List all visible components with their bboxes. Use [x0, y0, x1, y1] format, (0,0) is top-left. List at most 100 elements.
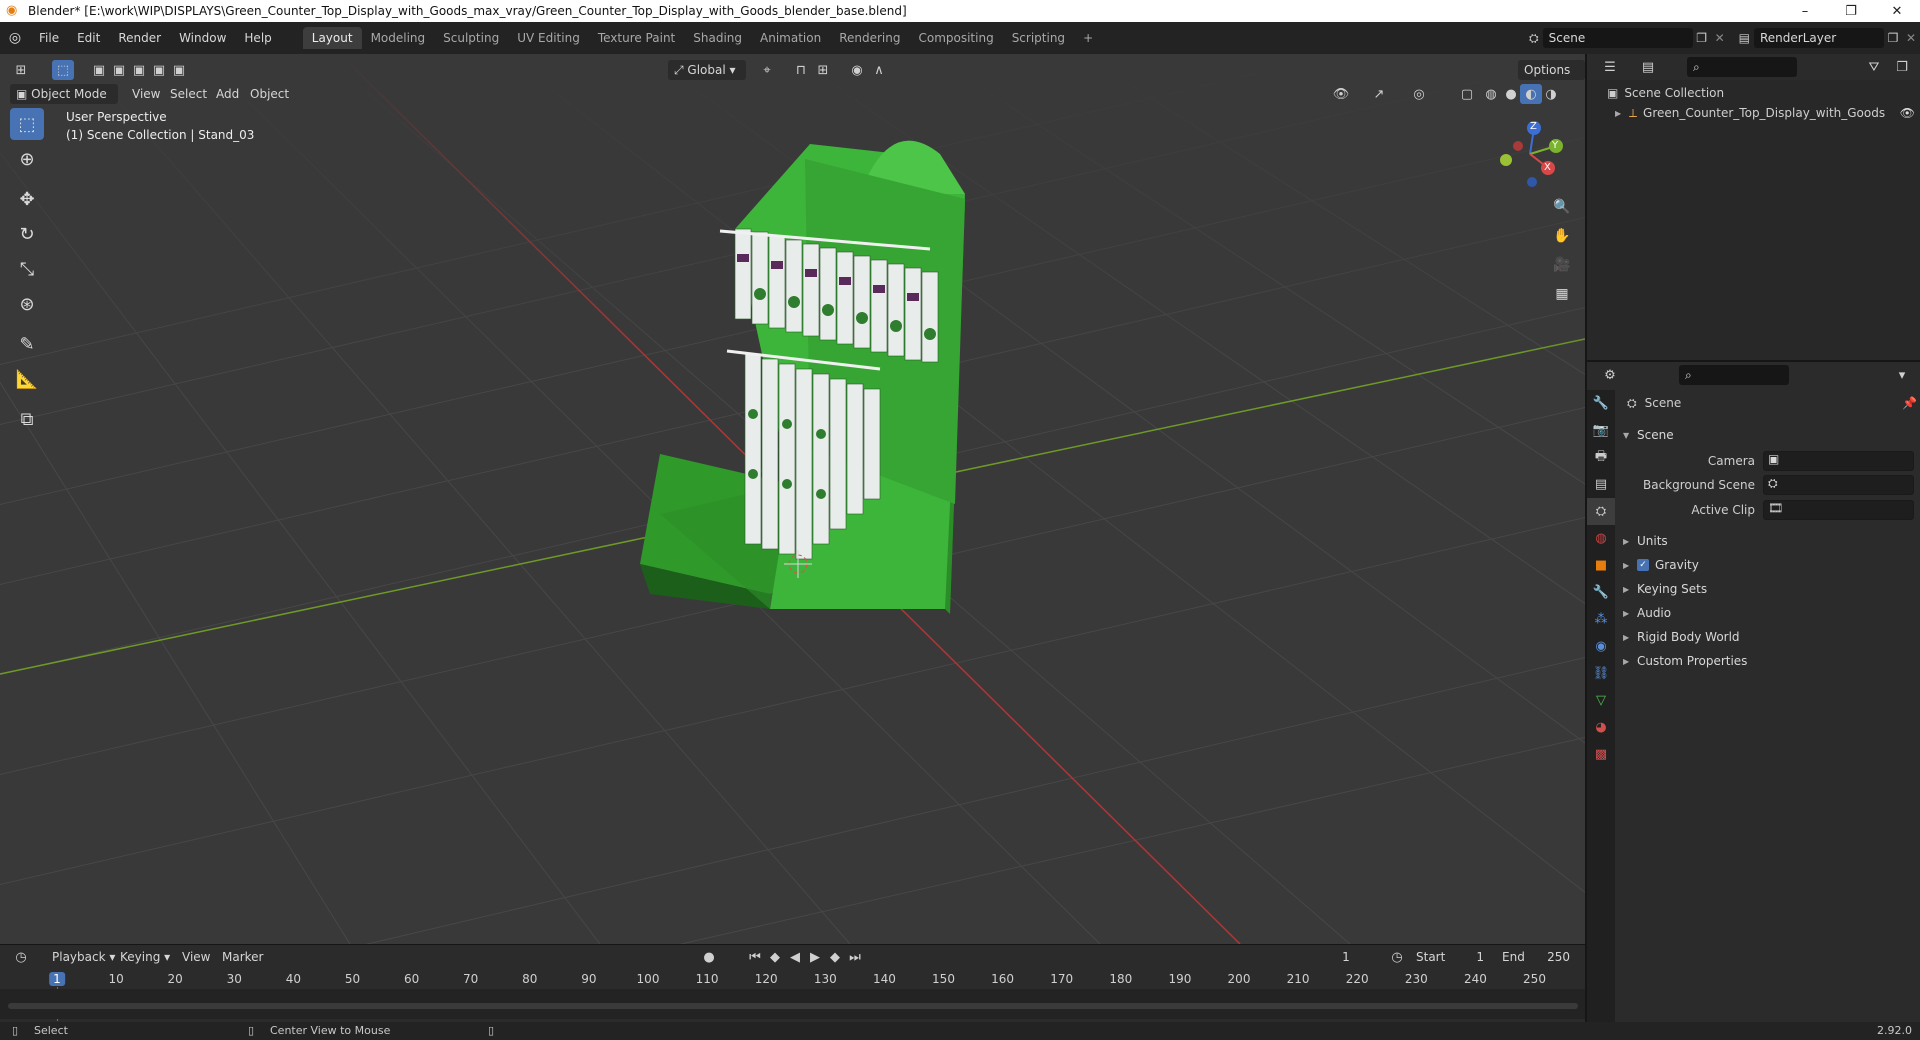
new-collection-icon[interactable]: ❐ [1891, 57, 1913, 77]
gravity-panel[interactable]: ▶ ✓ Gravity [1623, 554, 1913, 576]
add-cube-tool-icon[interactable]: ⧉ [10, 403, 44, 435]
outliner-search-input[interactable]: ⌕ [1687, 57, 1797, 77]
mode-dropdown[interactable]: ▣ Object Mode ▾ [10, 84, 118, 121]
tab-animation[interactable]: Animation [751, 27, 830, 49]
menu-file[interactable]: File [30, 27, 68, 49]
menu-select[interactable]: Select [164, 84, 213, 104]
annotate-tool-icon[interactable]: ✎ [10, 328, 44, 360]
menu-help[interactable]: Help [235, 27, 280, 49]
timeline-track-area[interactable] [0, 989, 1585, 1019]
proportional-edit-icon[interactable]: ◉ [846, 60, 868, 80]
auto-keying-icon[interactable]: ● [698, 947, 720, 967]
scale-tool-icon[interactable]: ⤡ [10, 253, 44, 285]
rendered-shading-icon[interactable]: ◑ [1540, 84, 1562, 104]
tab-modeling[interactable]: Modeling [362, 27, 435, 49]
xray-icon[interactable]: ▢ [1456, 84, 1478, 104]
menu-keying[interactable]: Keying ▾ [114, 947, 176, 967]
zoom-icon[interactable]: 🔍 [1550, 194, 1574, 220]
overlays-icon[interactable]: ◎ [1408, 84, 1430, 104]
maximize-button[interactable]: ❐ [1828, 0, 1874, 22]
camera-view-icon[interactable]: 🎥 [1550, 252, 1574, 278]
gizmo-toggle-icon[interactable]: ↗ [1368, 84, 1390, 104]
3d-viewport[interactable]: ⊞ ⬚ ▣ ▣ ▣ ▣ ▣ ⤢ Global ▾ ⌖ ⊓ ⊞ ◉ ∧ Optio… [0, 54, 1585, 944]
play-icon[interactable]: ▶ [804, 947, 826, 967]
select-mode-subtract-icon[interactable]: ▣ [128, 60, 150, 80]
select-mode-invert-icon[interactable]: ▣ [148, 60, 170, 80]
timeline-scrollbar[interactable] [8, 1003, 1578, 1009]
jump-end-icon[interactable]: ⏭ [844, 947, 866, 967]
menu-timeline-view[interactable]: View [176, 947, 216, 967]
new-scene-icon[interactable]: ❐ [1693, 31, 1711, 45]
menu-object[interactable]: Object [244, 84, 295, 104]
filter-icon[interactable]: ⛛ [1863, 57, 1885, 77]
ortho-toggle-icon[interactable]: ▦ [1550, 281, 1574, 307]
visibility-icon[interactable]: 👁 [1330, 84, 1352, 104]
select-mode-intersect-icon[interactable]: ▣ [168, 60, 190, 80]
close-button[interactable]: ✕ [1874, 0, 1920, 22]
texture-tab-icon[interactable]: ▩ [1587, 741, 1615, 768]
jump-start-icon[interactable]: ⏮ [744, 947, 766, 967]
tab-sculpting[interactable]: Sculpting [434, 27, 508, 49]
particles-tab-icon[interactable]: ⁂ [1587, 606, 1615, 633]
menu-playback[interactable]: Playback ▾ [46, 947, 121, 967]
units-panel[interactable]: ▶ Units [1623, 530, 1913, 552]
tab-scripting[interactable]: Scripting [1003, 27, 1074, 49]
properties-options-icon[interactable]: ▾ [1891, 365, 1913, 385]
modifier-tab-icon[interactable]: 🔧 [1587, 579, 1615, 606]
menu-marker[interactable]: Marker [216, 947, 269, 967]
output-tab-icon[interactable]: 🖶 [1587, 444, 1615, 471]
view-layer-selector[interactable]: RenderLayer [1754, 28, 1884, 48]
new-view-layer-icon[interactable]: ❐ [1884, 31, 1902, 45]
scene-panel-header[interactable]: ▼ Scene [1623, 424, 1913, 446]
play-reverse-icon[interactable]: ◀ [784, 947, 806, 967]
tab-layout[interactable]: Layout [302, 27, 362, 49]
tab-rendering[interactable]: Rendering [830, 27, 909, 49]
tab-uv-editing[interactable]: UV Editing [508, 27, 589, 49]
start-frame-field[interactable]: Start 1 [1410, 947, 1490, 967]
add-workspace-button[interactable]: + [1074, 27, 1102, 49]
physics-tab-icon[interactable]: ◉ [1587, 633, 1615, 660]
menu-window[interactable]: Window [170, 27, 235, 49]
prev-keyframe-icon[interactable]: ◆ [764, 947, 786, 967]
delete-view-layer-icon[interactable]: ✕ [1902, 31, 1920, 45]
data-tab-icon[interactable]: ▽ [1587, 687, 1615, 714]
custom-properties-panel[interactable]: ▶ Custom Properties [1623, 650, 1913, 672]
pan-hand-icon[interactable]: ✋ [1550, 223, 1574, 249]
constraints-tab-icon[interactable]: ⛓ [1587, 660, 1615, 687]
select-box-icon[interactable]: ⬚ [52, 60, 74, 80]
menu-edit[interactable]: Edit [68, 27, 109, 49]
menu-render[interactable]: Render [109, 27, 170, 49]
select-tool-icon[interactable]: ⬚ [10, 108, 44, 140]
keying-sets-panel[interactable]: ▶ Keying Sets [1623, 578, 1913, 600]
current-frame-field[interactable]: 1 [1308, 947, 1384, 967]
tool-tab-icon[interactable]: 🔧 [1587, 390, 1615, 417]
properties-search-input[interactable]: ⌕ [1679, 365, 1789, 385]
solid-shading-icon[interactable]: ● [1500, 84, 1522, 104]
delete-scene-icon[interactable]: ✕ [1711, 31, 1729, 45]
gravity-checkbox[interactable]: ✓ [1637, 559, 1649, 571]
background-scene-field[interactable]: ⛭ [1763, 475, 1914, 495]
preview-range-icon[interactable]: ◷ [1386, 947, 1408, 967]
expand-arrow-icon[interactable]: ▶ [1615, 109, 1629, 118]
wireframe-shading-icon[interactable]: ◍ [1480, 84, 1502, 104]
render-tab-icon[interactable]: 📷 [1587, 417, 1615, 444]
falloff-icon[interactable]: ∧ [868, 60, 890, 80]
tab-shading[interactable]: Shading [684, 27, 751, 49]
outliner-item[interactable]: ▶ ⟂ Green_Counter_Top_Display_with_Goods… [1615, 104, 1915, 122]
tab-texture-paint[interactable]: Texture Paint [589, 27, 684, 49]
snap-target-icon[interactable]: ⊞ [812, 60, 834, 80]
properties-editor-type-icon[interactable]: ⚙ [1599, 365, 1621, 385]
outliner-editor-type-icon[interactable]: ☰ [1599, 57, 1621, 77]
pin-icon[interactable]: 📌 [1902, 396, 1917, 410]
timeline-ruler[interactable]: 1 10 20 30 40 50 60 70 80 90 100 110 120 130 140 150 160… [0, 969, 1585, 1021]
object-tab-icon[interactable]: ■ [1587, 552, 1615, 579]
blender-menu-icon[interactable]: ◎ [0, 30, 30, 46]
editor-type-icon[interactable]: ⊞ [10, 60, 32, 80]
view-layer-tab-icon[interactable]: ▤ [1587, 471, 1615, 498]
outliner-root-row[interactable]: ▣ Scene Collection [1607, 84, 1724, 102]
eye-icon[interactable]: 👁 [1900, 106, 1915, 120]
scene-selector[interactable]: Scene [1542, 28, 1693, 48]
active-clip-field[interactable]: 🎞 [1763, 500, 1914, 520]
pivot-point-icon[interactable]: ⌖ [756, 60, 778, 80]
snap-icon[interactable]: ⊓ [790, 60, 812, 80]
